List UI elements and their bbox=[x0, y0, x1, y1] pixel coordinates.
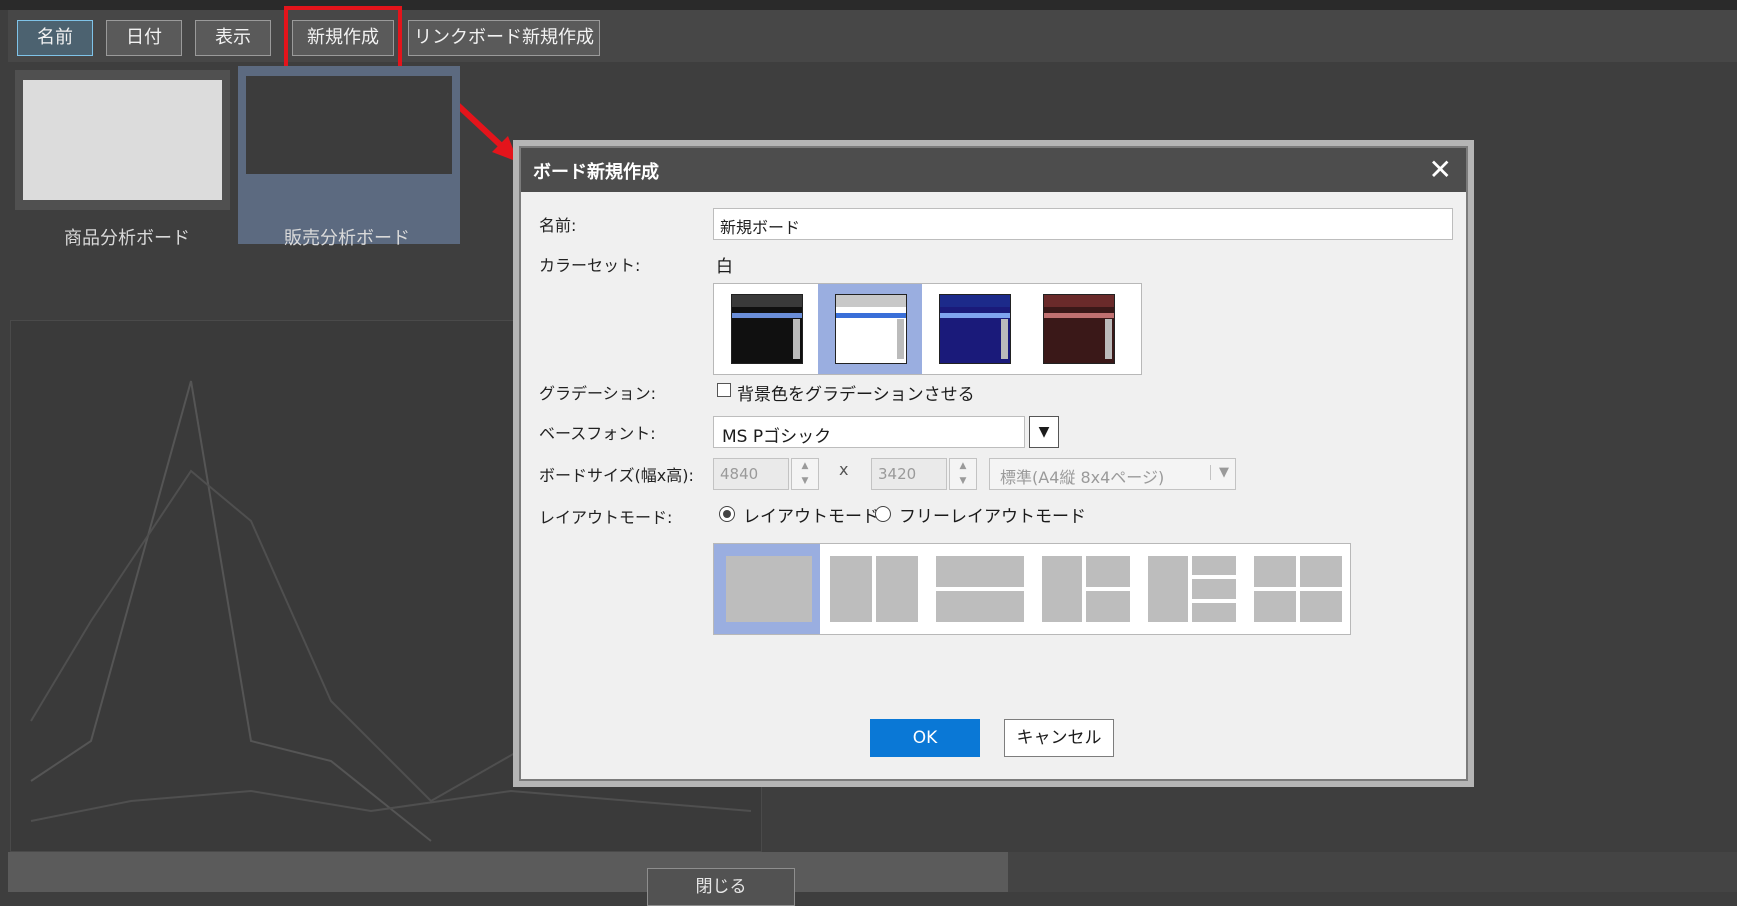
gradation-checkbox[interactable] bbox=[717, 383, 731, 397]
dialog-header: ボード新規作成 ✕ bbox=[521, 148, 1466, 192]
ok-button[interactable]: OK bbox=[870, 719, 980, 757]
close-button[interactable]: 閉じる bbox=[647, 868, 795, 906]
colorset-option-white[interactable] bbox=[818, 284, 922, 374]
colorset-picker bbox=[713, 283, 1142, 375]
board-thumbnail-selected[interactable] bbox=[238, 66, 460, 244]
basefont-label: ベースフォント: bbox=[539, 424, 656, 443]
size-preset-select[interactable]: 標準(A4縦 8x4ページ) ▼ bbox=[989, 458, 1236, 490]
layout-option-two-columns[interactable] bbox=[820, 544, 926, 634]
chevron-down-icon[interactable]: ▼ bbox=[1029, 416, 1059, 448]
colorset-option-navy[interactable] bbox=[922, 284, 1026, 374]
colorset-label: カラーセット: bbox=[539, 256, 641, 275]
new-link-board-button[interactable]: リンクボード新規作成 bbox=[408, 20, 600, 56]
layout-picker bbox=[713, 543, 1351, 635]
gradation-checkbox-label: 背景色をグラデーションさせる bbox=[737, 385, 975, 405]
board-width-input[interactable]: 4840 bbox=[713, 458, 789, 490]
width-stepper[interactable]: ▲ ▼ bbox=[791, 458, 819, 490]
height-stepper[interactable]: ▲ ▼ bbox=[949, 458, 977, 490]
colorset-option-maroon[interactable] bbox=[1026, 284, 1130, 374]
sort-by-name-button[interactable]: 名前 bbox=[17, 20, 93, 56]
free-layout-mode-radio-label: フリーレイアウトモード bbox=[899, 507, 1086, 527]
close-icon[interactable]: ✕ bbox=[1429, 153, 1452, 186]
timeline-bar bbox=[8, 852, 1008, 892]
layout-mode-radio[interactable] bbox=[719, 506, 735, 522]
chevron-down-icon: ▼ bbox=[1210, 465, 1229, 480]
board-name-input[interactable]: 新規ボード bbox=[713, 208, 1453, 240]
layoutmode-label: レイアウトモード: bbox=[539, 508, 673, 527]
layout-option-grid[interactable] bbox=[1244, 544, 1350, 634]
new-board-dialog: ボード新規作成 ✕ 名前: 新規ボード カラーセット: 白 グラデーション: 背… bbox=[519, 146, 1468, 781]
dialog-title: ボード新規作成 bbox=[533, 162, 659, 183]
cancel-button[interactable]: キャンセル bbox=[1004, 719, 1114, 757]
top-edge bbox=[0, 0, 1737, 10]
sort-by-date-button[interactable]: 日付 bbox=[106, 20, 182, 56]
board-height-input[interactable]: 3420 bbox=[871, 458, 947, 490]
size-preset-value: 標準(A4縦 8x4ページ) bbox=[1000, 468, 1165, 487]
layout-mode-radio-label: レイアウトモード bbox=[743, 507, 879, 527]
layout-option-single[interactable] bbox=[714, 544, 820, 634]
status-bar bbox=[1008, 852, 1737, 892]
gradation-label: グラデーション: bbox=[539, 384, 657, 403]
free-layout-mode-radio[interactable] bbox=[875, 506, 891, 522]
layout-option-left-right-three[interactable] bbox=[1138, 544, 1244, 634]
layout-option-two-rows[interactable] bbox=[926, 544, 1032, 634]
board-label: 販売分析ボード bbox=[284, 228, 410, 249]
times-symbol: x bbox=[839, 460, 849, 479]
name-label: 名前: bbox=[539, 216, 577, 235]
colorset-value: 白 bbox=[716, 257, 733, 277]
new-button-highlight bbox=[284, 6, 402, 70]
boardsize-label: ボードサイズ(幅x高): bbox=[539, 466, 694, 485]
display-button[interactable]: 表示 bbox=[195, 20, 271, 56]
board-thumbnail[interactable] bbox=[15, 70, 230, 210]
layout-option-left-right-split[interactable] bbox=[1032, 544, 1138, 634]
basefont-select[interactable]: MS Pゴシック bbox=[713, 416, 1025, 448]
board-label: 商品分析ボード bbox=[64, 228, 190, 249]
colorset-option-black[interactable] bbox=[714, 284, 818, 374]
